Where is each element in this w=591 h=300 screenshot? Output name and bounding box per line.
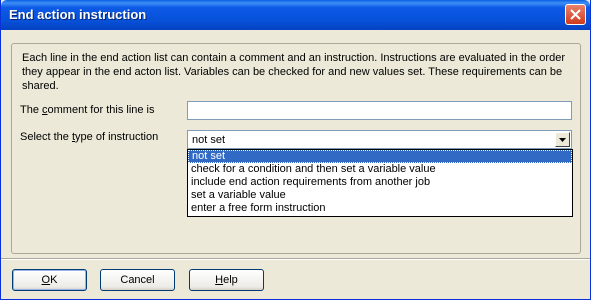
- divider: [1, 258, 590, 260]
- chevron-down-icon: [559, 138, 566, 142]
- dropdown-option[interactable]: not set: [188, 150, 572, 163]
- comment-label: The comment for this line is: [20, 104, 155, 116]
- description-text: Each line in the end action list can con…: [22, 52, 565, 92]
- instruction-type-label: Select the type of instruction: [20, 131, 159, 143]
- dropdown-button[interactable]: [555, 132, 570, 147]
- dropdown-option[interactable]: enter a free form instruction: [188, 202, 572, 215]
- close-icon: [570, 9, 581, 20]
- dropdown-option[interactable]: check for a condition and then set a var…: [188, 163, 572, 176]
- dialog-window: End action instruction Each line in the …: [0, 0, 591, 300]
- instruction-type-dropdown: not set check for a condition and then s…: [187, 149, 573, 217]
- dropdown-option[interactable]: set a variable value: [188, 189, 572, 202]
- ok-button[interactable]: OK: [12, 269, 87, 291]
- window-title: End action instruction: [9, 7, 147, 22]
- cancel-button[interactable]: Cancel: [100, 269, 175, 291]
- help-button[interactable]: Help: [189, 269, 264, 291]
- title-bar[interactable]: End action instruction: [1, 0, 590, 30]
- close-button[interactable]: [565, 4, 586, 25]
- instruction-type-select[interactable]: not set: [187, 130, 572, 149]
- instruction-type-value: not set: [192, 134, 226, 146]
- comment-input[interactable]: [187, 101, 572, 120]
- dropdown-option[interactable]: include end action requirements from ano…: [188, 176, 572, 189]
